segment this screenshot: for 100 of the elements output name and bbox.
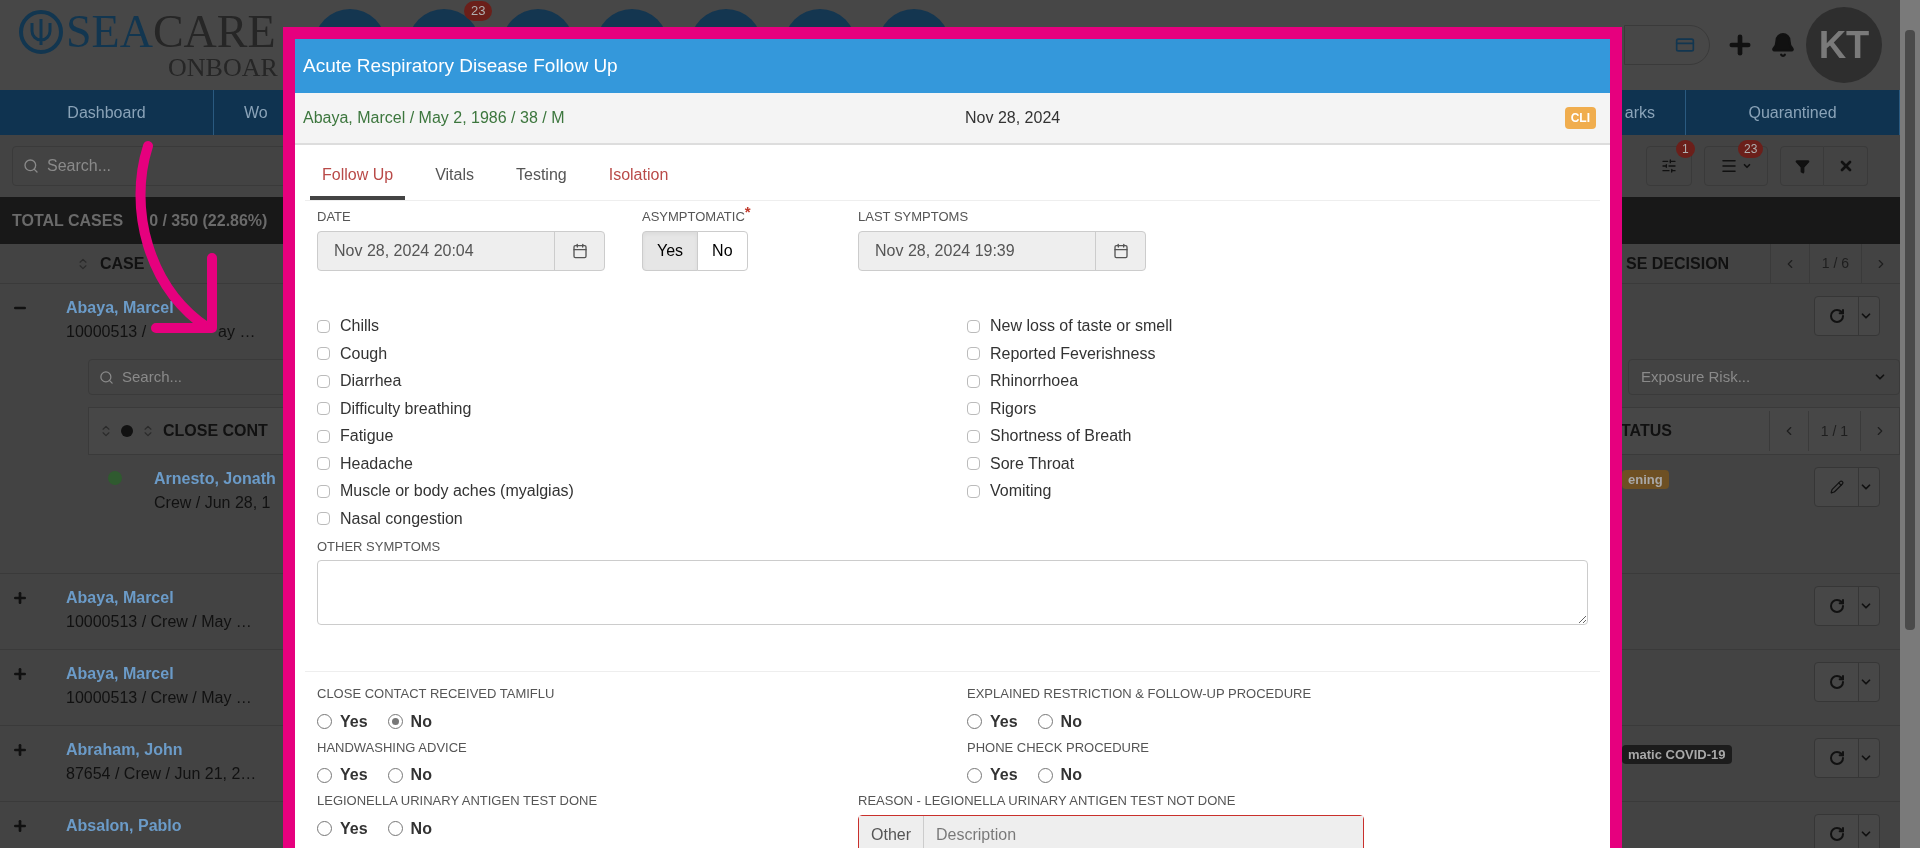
field-label: OTHER SYMPTOMS — [317, 537, 442, 556]
checkbox[interactable] — [967, 347, 980, 361]
search-placeholder: Search... — [122, 366, 183, 387]
checkbox[interactable] — [317, 374, 330, 388]
checkbox[interactable] — [967, 484, 980, 498]
clear-button[interactable] — [1824, 146, 1868, 186]
checkbox[interactable] — [967, 374, 980, 388]
checkbox[interactable] — [967, 402, 980, 416]
checkbox-label: Sore Throat — [990, 453, 1075, 474]
radio-button[interactable] — [1037, 714, 1053, 729]
tab[interactable]: Follow Up — [310, 161, 406, 200]
case-name[interactable]: Abraham, John — [66, 738, 183, 762]
card-icon — [1675, 35, 1695, 55]
checkbox[interactable] — [967, 319, 980, 333]
option-label: Yes — [340, 765, 368, 785]
checkbox[interactable] — [317, 512, 330, 526]
reason-field[interactable]: Other Description — [858, 814, 1364, 848]
trident-logo-icon — [18, 9, 64, 55]
totals-text: TOTAL CASES — [12, 210, 124, 231]
menu-icon — [1720, 157, 1738, 175]
checkbox[interactable] — [317, 484, 330, 498]
radio-button[interactable] — [967, 714, 982, 729]
checkbox-label: New loss of taste or smell — [990, 316, 1173, 337]
option-label: Yes — [340, 711, 368, 732]
action-button-group[interactable] — [1814, 586, 1880, 626]
checkbox[interactable] — [967, 429, 980, 443]
status-tag: ening — [1622, 470, 1669, 489]
status-badge: CLI — [1564, 107, 1596, 129]
nav-tab[interactable]: Dashboard — [0, 90, 214, 135]
calendar-icon — [1112, 242, 1129, 259]
option-label: No — [410, 765, 432, 785]
case-name[interactable]: Absalon, Pablo — [66, 814, 182, 838]
option-label: Yes — [340, 818, 368, 839]
input-addon: Other — [859, 815, 924, 848]
checkbox[interactable] — [317, 319, 330, 333]
field-label: CLOSE CONTACT RECEIVED TAMIFLU — [317, 685, 556, 703]
tab[interactable]: Isolation — [596, 161, 681, 200]
field-label: EXPLAINED RESTRICTION & FOLLOW-UP PROCEDURE — [967, 685, 1313, 703]
toggle-button[interactable]: No — [697, 230, 748, 271]
checkbox[interactable] — [317, 402, 330, 416]
radio-button[interactable] — [317, 821, 332, 836]
option-label: Yes — [990, 711, 1018, 732]
radio-button[interactable] — [387, 821, 403, 836]
checkbox[interactable] — [317, 347, 330, 361]
text-area[interactable] — [317, 560, 1588, 625]
checkbox[interactable] — [967, 457, 980, 471]
tab[interactable]: Vitals — [423, 161, 486, 200]
date-field[interactable]: Nov 28, 2024 19:39 — [858, 230, 1146, 271]
user-avatar[interactable]: KT — [1806, 7, 1882, 83]
patient-info: Abaya, Marcel / May 2, 1986 / 38 / M — [303, 108, 566, 128]
radio-button[interactable] — [387, 714, 403, 729]
option-label: No — [1060, 711, 1082, 732]
radio-button[interactable] — [387, 767, 403, 783]
count-badge: 1 — [1676, 140, 1695, 158]
option-label: No — [1060, 765, 1082, 785]
case-name[interactable]: Abaya, Marcel — [66, 662, 174, 686]
filter-button[interactable] — [1780, 146, 1824, 186]
expand-icon[interactable] — [12, 590, 28, 606]
toggle-button[interactable]: Yes — [642, 230, 699, 271]
action-button-group[interactable] — [1814, 738, 1880, 778]
scrollbar[interactable] — [1900, 0, 1920, 848]
radio-button[interactable] — [317, 714, 332, 729]
checkbox-label: Rhinorrhoea — [990, 371, 1079, 392]
checkbox-label: Headache — [340, 453, 413, 474]
checkbox[interactable] — [317, 429, 330, 443]
action-button-group[interactable] — [1814, 296, 1880, 336]
sliders-icon — [1661, 158, 1677, 174]
case-name[interactable]: Abaya, Marcel — [66, 296, 174, 320]
notification-badge: 23 — [464, 1, 493, 21]
option-label: No — [410, 818, 432, 839]
case-name[interactable]: Abaya, Marcel — [66, 586, 174, 610]
field-label: PHONE CHECK PROCEDURE — [967, 738, 1151, 757]
status-tag: matic COVID-19 — [1622, 745, 1732, 764]
action-button-group[interactable] — [1814, 662, 1880, 702]
checkbox-label: Fatigue — [340, 426, 394, 447]
expand-icon[interactable] — [12, 742, 28, 758]
expand-icon[interactable] — [12, 818, 28, 834]
checkbox-label: Muscle or body aches (myalgias) — [340, 481, 574, 502]
exposure-select[interactable]: Exposure Risk... — [1628, 359, 1900, 395]
refresh-icon — [1828, 598, 1845, 614]
field-label: HANDWASHING ADVICE — [317, 738, 468, 757]
select-placeholder: Exposure Risk... — [1641, 366, 1751, 387]
radio-button[interactable] — [317, 767, 332, 783]
search-placeholder: Search... — [47, 156, 112, 176]
checkbox-label: Vomiting — [990, 481, 1052, 502]
radio-button[interactable] — [967, 767, 982, 783]
notifications-icon[interactable] — [1770, 32, 1796, 58]
expand-icon[interactable] — [12, 666, 28, 682]
radio-button[interactable] — [1037, 767, 1053, 783]
checkbox-label: Chills — [340, 316, 380, 337]
action-button-group[interactable] — [1814, 467, 1880, 507]
tab[interactable]: Testing — [504, 161, 579, 200]
search-icon — [23, 158, 39, 174]
checkbox-label: Nasal congestion — [340, 508, 463, 529]
contact-name[interactable]: Arnesto, Jonath — [154, 467, 276, 491]
field-label: LEGIONELLA URINARY ANTIGEN TEST DONE — [317, 792, 599, 810]
checkbox[interactable] — [317, 457, 330, 471]
action-button-group[interactable] — [1814, 814, 1880, 848]
checkbox-label: Reported Feverishness — [990, 343, 1156, 364]
date-field[interactable]: Nov 28, 2024 20:04 — [317, 230, 605, 271]
